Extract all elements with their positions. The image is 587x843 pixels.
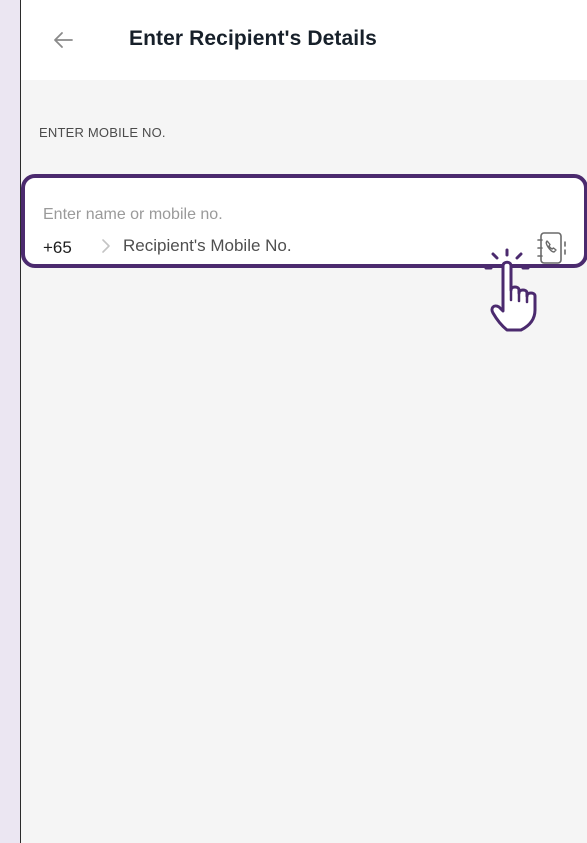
arrow-left-icon <box>54 32 73 48</box>
page-title: Enter Recipient's Details <box>129 27 377 50</box>
chevron-right-icon <box>102 239 110 253</box>
input-hint-label: Enter name or mobile no. <box>43 206 223 223</box>
contacts-button[interactable] <box>533 230 569 268</box>
contact-book-phone-icon <box>537 232 566 264</box>
mobile-number-input[interactable] <box>123 234 423 258</box>
country-code-selector[interactable]: +65 <box>43 238 72 258</box>
recipient-input-card[interactable]: Enter name or mobile no. +65 <box>21 174 587 268</box>
section-label: ENTER MOBILE NO. <box>39 125 166 140</box>
app-screen: Enter Recipient's Details ENTER MOBILE N… <box>20 0 587 843</box>
app-bar: Enter Recipient's Details <box>21 0 587 80</box>
back-button[interactable] <box>47 24 79 56</box>
